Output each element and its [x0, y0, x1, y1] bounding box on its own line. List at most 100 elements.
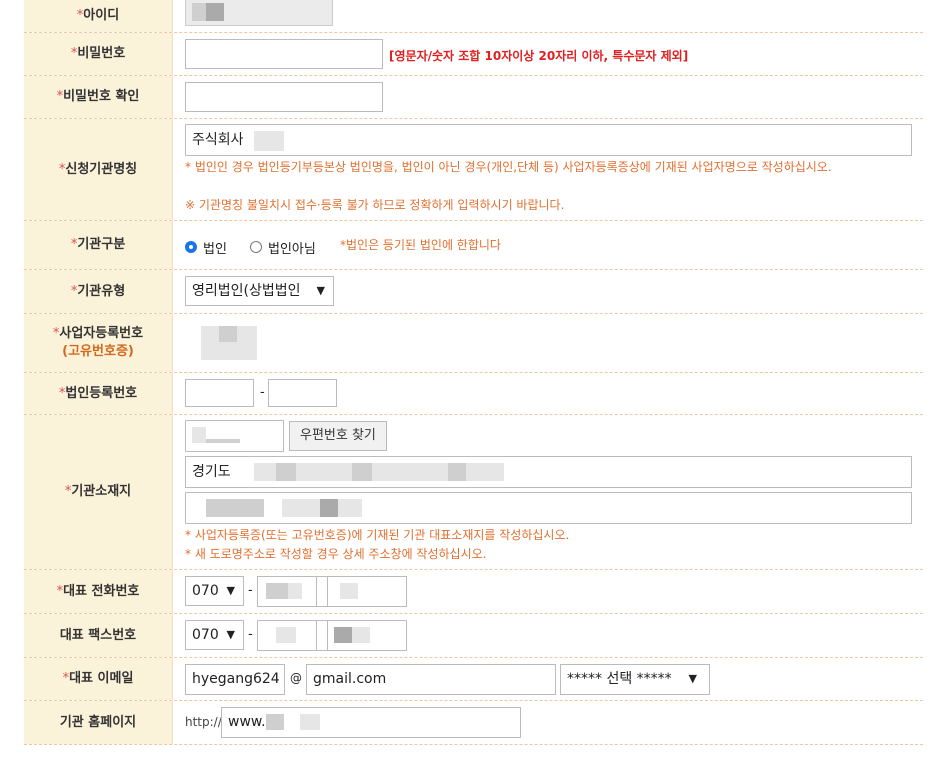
label-text: 대표 전화번호: [63, 583, 140, 599]
value-password-confirm: [172, 76, 923, 118]
chevron-down-icon: ▼: [688, 672, 697, 685]
redacted-block: [206, 439, 240, 443]
redacted-block: [266, 714, 284, 730]
phone-dash: -: [248, 583, 253, 598]
zipcode-input[interactable]: [185, 420, 284, 452]
label-userid: *아이디: [24, 0, 172, 32]
homepage-value: www.: [228, 714, 266, 730]
fax-area-select[interactable]: 070 ▼: [185, 620, 244, 650]
label-fax: 대표 팩스번호: [24, 614, 172, 657]
value-org-class: 법인 법인아님 *법인은 등기된 법인에 한합니다: [172, 221, 923, 269]
row-phone: *대표 전화번호 070 ▼ -: [24, 570, 923, 614]
org-type-select[interactable]: 영리법인(상법법인 ▼: [185, 276, 334, 306]
password-hint: [영문자/숫자 조합 10자이상 20자리 이하, 특수문자 제외]: [389, 49, 689, 63]
row-address: *기관소재지 우편번호 찾기 경기도 * 사업자등록증(또는 고유번호증)에 기…: [24, 415, 923, 570]
redacted-block: [192, 3, 206, 21]
zipcode-search-button[interactable]: 우편번호 찾기: [289, 421, 387, 451]
label-password-confirm: *비밀번호 확인: [24, 76, 172, 118]
label-text: 비밀번호: [77, 46, 126, 61]
value-org-type: 영리법인(상법법인 ▼: [172, 270, 923, 313]
redacted-block: [352, 627, 370, 643]
corpno-second-input[interactable]: [268, 379, 337, 407]
email-local-input[interactable]: hyegang624: [185, 664, 285, 695]
org-name-warning: ※ 기관명칭 불일치시 접수·등록 불가 하므로 정확하게 입력하시기 바랍니다…: [185, 198, 565, 212]
address-note-1: * 사업자등록증(또는 고유번호증)에 기재된 기관 대표소재지를 작성하십시오…: [185, 528, 570, 542]
radio-non-corporation-label: 법인아님: [268, 242, 316, 257]
label-org-type: *기관유형: [24, 270, 172, 313]
row-userid: *아이디: [24, 0, 923, 33]
label-text: 법인등록번호: [65, 385, 138, 401]
value-userid: [172, 0, 923, 32]
value-email: hyegang624 @ gmail.com ***** 선택 ***** ▼: [172, 658, 923, 700]
row-password-confirm: *비밀번호 확인: [24, 76, 923, 119]
radio-corporation-label: 법인: [203, 242, 227, 257]
value-password: [영문자/숫자 조합 10자이상 20자리 이하, 특수문자 제외]: [172, 33, 923, 75]
chevron-down-icon: ▼: [226, 628, 235, 641]
org-class-note: *법인은 등기된 법인에 한합니다: [340, 238, 501, 252]
org-type-value: 영리법인(상법법인: [192, 283, 301, 299]
value-homepage: http:// www.: [172, 701, 923, 744]
value-corpno: -: [172, 373, 923, 414]
row-org-class: *기관구분 법인 법인아님 *법인은 등기된 법인에 한합니다: [24, 221, 923, 270]
redacted-block: [300, 714, 320, 730]
radio-non-corporation[interactable]: [250, 241, 262, 253]
redacted-block: [448, 463, 466, 481]
label-text: 기관소재지: [71, 484, 132, 499]
password-confirm-input[interactable]: [185, 82, 383, 112]
label-org-class: *기관구분: [24, 221, 172, 269]
value-org-name: 주식회사 * 법인인 경우 법인등기부등본상 법인명을, 법인이 아닌 경우(개…: [172, 119, 923, 220]
label-text: 비밀번호 확인: [63, 89, 140, 104]
row-org-type: *기관유형 영리법인(상법법인 ▼: [24, 270, 923, 314]
org-name-value: 주식회사: [192, 132, 244, 148]
value-address: 우편번호 찾기 경기도 * 사업자등록증(또는 고유번호증)에 기재된 기관 대…: [172, 415, 923, 569]
redacted-block: [320, 499, 338, 517]
label-org-name: *신청기관명칭: [24, 119, 172, 220]
row-org-name: *신청기관명칭 주식회사 * 법인인 경우 법인등기부등본상 법인명을, 법인이…: [24, 119, 923, 221]
email-at: @: [290, 671, 302, 685]
fax-area-value: 070: [192, 627, 219, 643]
email-domain-select[interactable]: ***** 선택 ***** ▼: [560, 664, 710, 695]
phone-area-select[interactable]: 070 ▼: [185, 576, 244, 606]
password-input[interactable]: [185, 39, 383, 69]
redacted-block: [219, 326, 237, 342]
redacted-block: [254, 131, 284, 151]
label-text: 기관 홈페이지: [59, 714, 137, 730]
row-fax: 대표 팩스번호 070 ▼ -: [24, 614, 923, 658]
phone-number-input[interactable]: [257, 576, 407, 607]
address-note-2: * 새 도로명주소로 작성할 경우 상세 주소창에 작성하십시오.: [185, 547, 487, 561]
phone-area-value: 070: [192, 583, 219, 599]
label-email: *대표 이메일: [24, 658, 172, 700]
label-text: 아이디: [83, 8, 120, 23]
redacted-block: [206, 3, 224, 21]
fax-dash: -: [248, 627, 253, 642]
org-name-input[interactable]: 주식회사: [185, 124, 912, 156]
label-address: *기관소재지: [24, 415, 172, 569]
radio-corporation[interactable]: [185, 241, 197, 253]
chevron-down-icon: ▼: [226, 584, 235, 597]
label-phone: *대표 전화번호: [24, 570, 172, 613]
label-text: 사업자등록번호: [59, 326, 144, 341]
chevron-down-icon: ▼: [316, 284, 325, 297]
label-text: 기관유형: [77, 283, 126, 299]
redacted-block: [334, 627, 352, 643]
email-domain-input[interactable]: gmail.com: [306, 664, 556, 695]
value-fax: 070 ▼ -: [172, 614, 923, 657]
label-password: *비밀번호: [24, 33, 172, 75]
value-phone: 070 ▼ -: [172, 570, 923, 613]
label-text: 대표 팩스번호: [59, 627, 137, 643]
address-main-value: 경기도: [192, 464, 231, 480]
fax-separator: [316, 621, 328, 650]
homepage-input[interactable]: www.: [221, 707, 521, 738]
fax-number-input[interactable]: [257, 620, 407, 651]
address-detail-input[interactable]: [185, 492, 912, 524]
corpno-first-input[interactable]: [185, 379, 254, 407]
label-bizno: *사업자등록번호 (고유번호증): [24, 314, 172, 372]
label-corpno: *법인등록번호: [24, 373, 172, 414]
value-bizno: [172, 314, 923, 372]
label-text: 대표 이메일: [69, 671, 134, 686]
email-local-value: hyegang624: [192, 671, 280, 687]
row-password: *비밀번호 [영문자/숫자 조합 10자이상 20자리 이하, 특수문자 제외]: [24, 33, 923, 76]
org-registration-form: *아이디 *비밀번호 [영문자/숫자 조합 10자이상 20자리 이하, 특수문…: [24, 0, 923, 745]
redacted-block: [192, 427, 206, 443]
address-main-input[interactable]: 경기도: [185, 456, 912, 488]
